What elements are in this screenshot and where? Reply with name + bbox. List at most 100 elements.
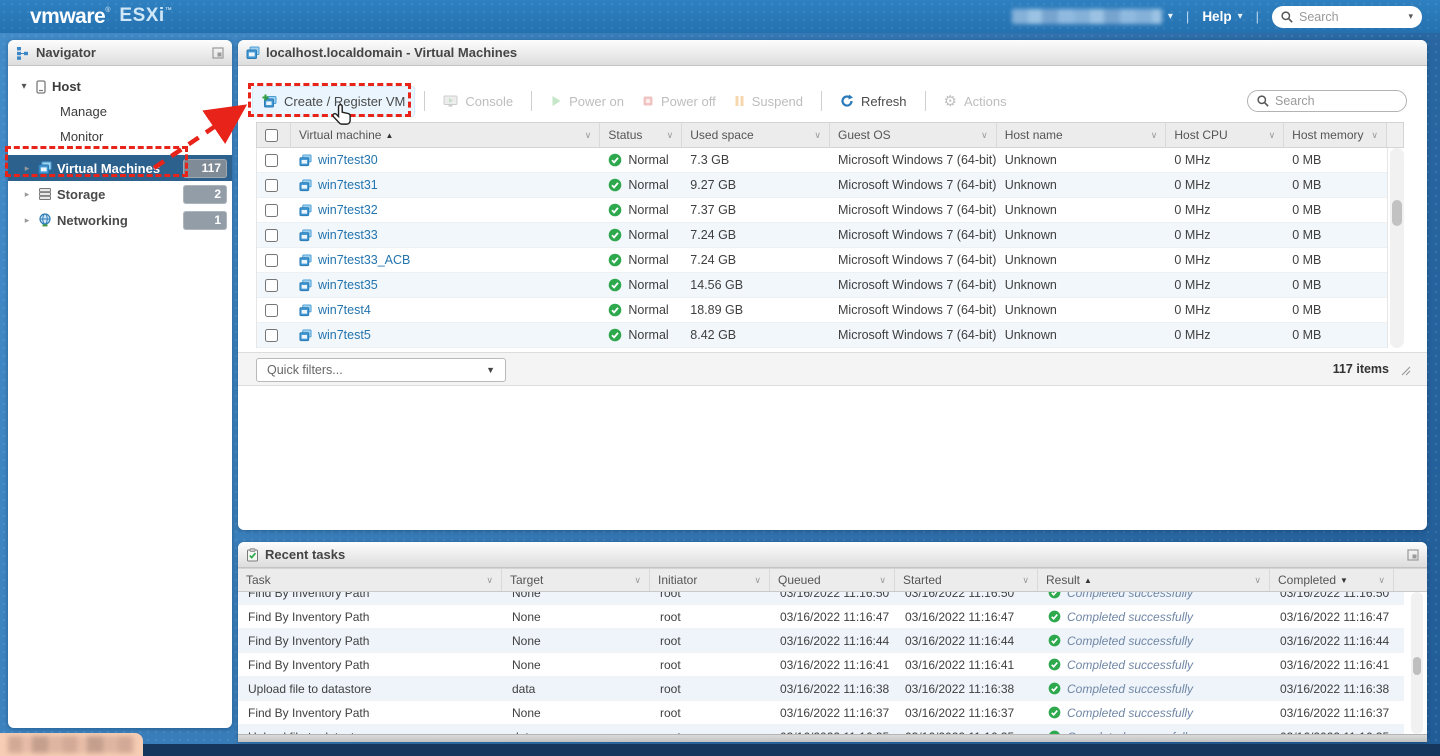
column-header-host-cpu[interactable]: Host CPU ∨ bbox=[1166, 123, 1284, 147]
vm-list-search-input[interactable]: Search bbox=[1247, 90, 1407, 112]
quick-filters-select[interactable]: Quick filters... ▼ bbox=[256, 358, 506, 382]
task-row[interactable]: Find By Inventory Path None root 03/16/2… bbox=[238, 701, 1404, 725]
sidebar-item-manage[interactable]: Manage bbox=[8, 99, 232, 124]
vm-table-row[interactable]: win7test4 Normal 18.89 GB Microsoft Wind… bbox=[257, 298, 1387, 323]
row-checkbox[interactable] bbox=[265, 329, 278, 342]
column-header-virtual-machine[interactable]: Virtual machine ▲ ∨ bbox=[291, 123, 600, 147]
task-row[interactable]: Find By Inventory Path None root 03/16/2… bbox=[238, 592, 1404, 605]
vm-name-link[interactable]: win7test5 bbox=[318, 328, 371, 342]
column-header-result[interactable]: Result ▲ ∨ bbox=[1038, 569, 1270, 591]
resize-handle-icon[interactable] bbox=[1401, 366, 1411, 376]
suspend-button[interactable]: Suspend bbox=[725, 86, 812, 116]
task-started-cell: 03/16/2022 11:16:44 bbox=[895, 634, 1038, 648]
vm-name-link[interactable]: win7test35 bbox=[318, 278, 378, 292]
vm-table-row[interactable]: win7test5 Normal 8.42 GB Microsoft Windo… bbox=[257, 323, 1387, 348]
column-menu-icon[interactable]: ∨ bbox=[1378, 575, 1385, 586]
window-restore-icon[interactable] bbox=[1407, 549, 1419, 561]
power-off-button[interactable]: Power off bbox=[633, 86, 725, 116]
column-header-status[interactable]: Status ∨ bbox=[600, 123, 682, 147]
column-header-started[interactable]: Started ∨ bbox=[895, 569, 1038, 591]
row-checkbox[interactable] bbox=[265, 279, 278, 292]
sidebar-item-storage[interactable]: ▸ Storage 2 bbox=[8, 181, 232, 207]
vm-name-link[interactable]: win7test4 bbox=[318, 303, 371, 317]
vm-name-link[interactable]: win7test31 bbox=[318, 178, 378, 192]
column-header-used-space[interactable]: Used space ∨ bbox=[682, 123, 830, 147]
vm-name-link[interactable]: win7test32 bbox=[318, 203, 378, 217]
vm-name-link[interactable]: win7test33 bbox=[318, 228, 378, 242]
vm-table-row[interactable]: win7test33 Normal 7.24 GB Microsoft Wind… bbox=[257, 223, 1387, 248]
status-ok-icon bbox=[608, 228, 622, 242]
global-search-input[interactable]: Search ▾ bbox=[1272, 6, 1422, 28]
task-row[interactable]: Upload file to datastore data root 03/16… bbox=[238, 677, 1404, 701]
column-header-host-memory[interactable]: Host memory ∨ bbox=[1284, 123, 1387, 147]
column-header-guest-os[interactable]: Guest OS ∨ bbox=[830, 123, 997, 147]
column-header-queued[interactable]: Queued ∨ bbox=[770, 569, 895, 591]
task-row[interactable]: Find By Inventory Path None root 03/16/2… bbox=[238, 605, 1404, 629]
tasks-scrollbar-horizontal[interactable] bbox=[238, 734, 1427, 742]
console-button[interactable]: Console bbox=[434, 86, 522, 116]
row-checkbox[interactable] bbox=[265, 204, 278, 217]
row-checkbox[interactable] bbox=[265, 154, 278, 167]
vm-host-memory-cell: 0 MB bbox=[1284, 253, 1387, 267]
redacted-watermark bbox=[0, 733, 143, 756]
tasks-scrollbar-vertical[interactable] bbox=[1411, 592, 1423, 734]
column-menu-icon[interactable]: ∨ bbox=[1151, 130, 1158, 141]
task-completed-cell: 03/16/2022 11:16:41 bbox=[1270, 658, 1394, 672]
row-checkbox-cell bbox=[257, 329, 291, 342]
vm-name-link[interactable]: win7test33_ACB bbox=[318, 253, 410, 267]
logo-vmware-text: vmware bbox=[30, 5, 105, 29]
sidebar-item-monitor[interactable]: Monitor bbox=[8, 124, 232, 149]
vm-table-row[interactable]: win7test31 Normal 9.27 GB Microsoft Wind… bbox=[257, 173, 1387, 198]
select-all-checkbox[interactable] bbox=[265, 129, 278, 142]
help-menu[interactable]: Help ▾ bbox=[1202, 9, 1242, 24]
column-header-task[interactable]: Task ∨ bbox=[238, 569, 502, 591]
vm-name-link[interactable]: win7test30 bbox=[318, 153, 378, 167]
task-row[interactable]: Upload file to datastore data root 03/16… bbox=[238, 725, 1404, 734]
vm-guest-os-cell: Microsoft Windows 7 (64-bit) bbox=[830, 203, 997, 217]
column-menu-icon[interactable]: ∨ bbox=[667, 130, 674, 141]
scrollbar-thumb[interactable] bbox=[1392, 200, 1402, 226]
column-menu-icon[interactable]: ∨ bbox=[754, 575, 761, 586]
sort-desc-icon: ▼ bbox=[1340, 576, 1348, 585]
column-header-completed[interactable]: Completed ▼ ∨ bbox=[1270, 569, 1394, 591]
column-menu-icon[interactable]: ∨ bbox=[879, 575, 886, 586]
column-menu-icon[interactable]: ∨ bbox=[1371, 130, 1378, 141]
row-checkbox[interactable] bbox=[265, 254, 278, 267]
refresh-button[interactable]: Refresh bbox=[831, 86, 916, 116]
sidebar-item-host[interactable]: ▾ Host bbox=[8, 74, 232, 99]
vm-table-row[interactable]: win7test32 Normal 7.37 GB Microsoft Wind… bbox=[257, 198, 1387, 223]
vm-table-row[interactable]: win7test30 Normal 7.3 GB Microsoft Windo… bbox=[257, 148, 1387, 173]
bottom-status-strip bbox=[0, 744, 1440, 756]
column-menu-icon[interactable]: ∨ bbox=[1022, 575, 1029, 586]
column-header-host-name[interactable]: Host name ∨ bbox=[997, 123, 1167, 147]
column-menu-icon[interactable]: ∨ bbox=[1254, 575, 1261, 586]
power-on-button[interactable]: Power on bbox=[541, 86, 633, 116]
window-restore-icon[interactable] bbox=[212, 47, 224, 59]
column-menu-icon[interactable]: ∨ bbox=[634, 575, 641, 586]
vm-used-space-cell: 14.56 GB bbox=[682, 278, 830, 292]
column-menu-icon[interactable]: ∨ bbox=[981, 130, 988, 141]
task-row[interactable]: Find By Inventory Path None root 03/16/2… bbox=[238, 629, 1404, 653]
task-row[interactable]: Find By Inventory Path None root 03/16/2… bbox=[238, 653, 1404, 677]
vm-table-row[interactable]: win7test33_ACB Normal 7.24 GB Microsoft … bbox=[257, 248, 1387, 273]
create-register-vm-button[interactable]: Create / Register VM bbox=[252, 86, 415, 117]
column-header-initiator[interactable]: Initiator ∨ bbox=[650, 569, 770, 591]
row-checkbox[interactable] bbox=[265, 304, 278, 317]
actions-button[interactable]: ⚙ Actions bbox=[935, 86, 1016, 116]
column-menu-icon[interactable]: ∨ bbox=[1269, 130, 1276, 141]
column-header-target[interactable]: Target ∨ bbox=[502, 569, 650, 591]
vm-host-cpu-cell: 0 MHz bbox=[1166, 303, 1284, 317]
row-checkbox[interactable] bbox=[265, 179, 278, 192]
scrollbar-thumb[interactable] bbox=[1413, 657, 1421, 675]
column-menu-icon[interactable]: ∨ bbox=[585, 130, 592, 141]
sidebar-item-networking[interactable]: ▸ Networking 1 bbox=[8, 207, 232, 233]
row-checkbox-cell bbox=[257, 254, 291, 267]
column-menu-icon[interactable]: ∨ bbox=[814, 130, 821, 141]
user-menu[interactable]: ▾ bbox=[1012, 9, 1173, 24]
row-checkbox[interactable] bbox=[265, 229, 278, 242]
column-menu-icon[interactable]: ∨ bbox=[486, 575, 493, 586]
refresh-icon bbox=[840, 94, 854, 108]
vm-table-row[interactable]: win7test35 Normal 14.56 GB Microsoft Win… bbox=[257, 273, 1387, 298]
sidebar-item-virtual-machines[interactable]: ▸ Virtual Machines 117 bbox=[8, 155, 232, 181]
vm-table-scrollbar[interactable] bbox=[1390, 148, 1404, 348]
